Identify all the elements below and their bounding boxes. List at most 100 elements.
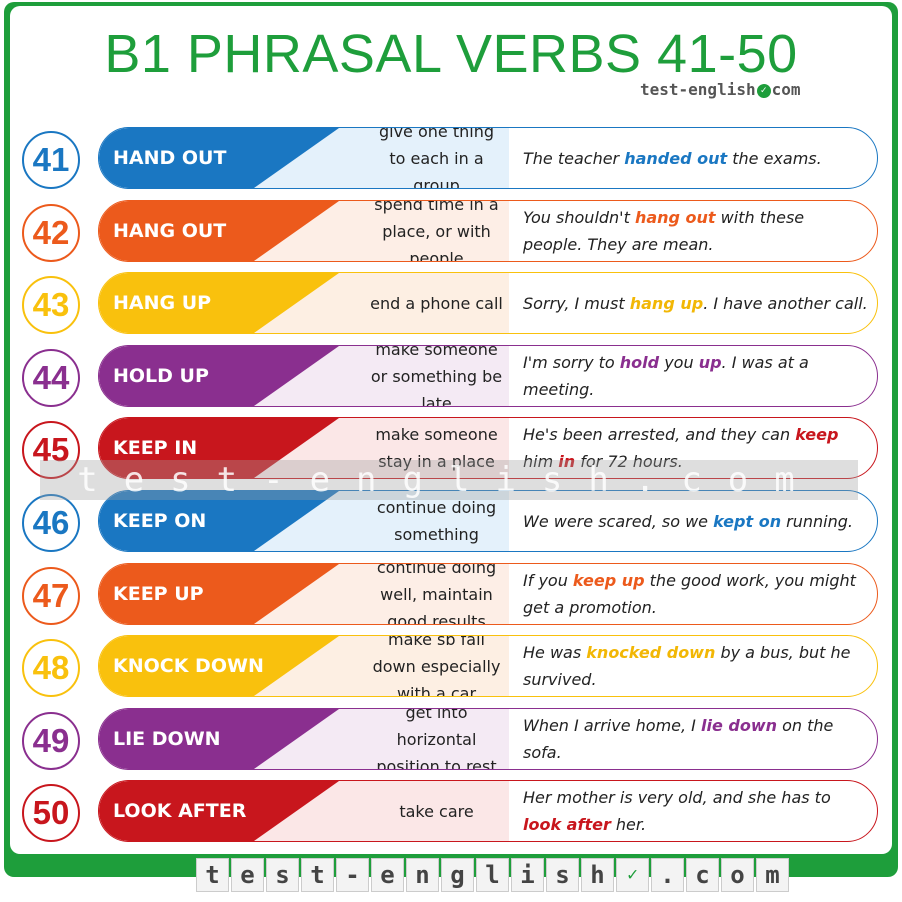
verb-label: KEEP ON	[113, 510, 207, 532]
highlighted-verb: keep	[795, 425, 839, 444]
checkmark-icon: ✓	[616, 858, 649, 892]
example-text: You shouldn't	[523, 208, 635, 227]
verb-label: HANG UP	[113, 292, 212, 314]
highlighted-verb: look after	[523, 815, 611, 834]
highlighted-verb: keep up	[572, 571, 645, 590]
example-text: When I arrive home, I	[523, 716, 701, 735]
example-sentence: You shouldn't hang out with these people…	[523, 201, 868, 261]
footer-letter-tile: o	[721, 858, 754, 892]
phrasal-verb-row: 48 KNOCK DOWN make sb fall down especially…	[0, 635, 902, 699]
checkmark-icon: ✓	[756, 83, 771, 98]
example-text: He was	[523, 643, 587, 662]
example-sentence: If you keep up the good work, you might …	[523, 564, 868, 624]
example-text: Sorry, I must	[523, 293, 630, 313]
verb-label: KEEP UP	[113, 583, 204, 605]
verb-card: KEEP UP continue doing well, maintain goo…	[98, 563, 878, 625]
row-number: 43	[22, 276, 80, 334]
example-text: I'm sorry to	[523, 353, 620, 372]
verb-label: LOOK AFTER	[113, 800, 247, 822]
row-number: 49	[22, 712, 80, 770]
verb-definition: end a phone call	[370, 293, 503, 313]
brand-logo-small: test-english ✓ com	[640, 80, 801, 99]
verb-card: LIE DOWN get into horizontal position to …	[98, 708, 878, 770]
verb-definition: spend time in a place, or with people	[374, 200, 499, 262]
example-text: the exams.	[727, 148, 822, 168]
footer-letter-tile: e	[231, 858, 264, 892]
example-text: you	[659, 353, 699, 372]
footer-letter-tile: t	[196, 858, 229, 892]
verb-definition: continue doing well, maintain good resul…	[376, 563, 497, 625]
footer-letter-tile: -	[336, 858, 369, 892]
phrasal-verb-row: 43 HANG UP end a phone call Sorry, I must h…	[0, 272, 902, 336]
verb-definition: continue doing something	[376, 498, 497, 544]
brand-name: test-english	[640, 80, 756, 99]
row-number: 41	[22, 131, 80, 189]
footer-letter-tile: m	[756, 858, 789, 892]
verb-label: HAND OUT	[113, 147, 227, 169]
highlighted-verb: handed out	[624, 148, 728, 168]
verb-definition: give one thing to each in a group	[378, 127, 494, 189]
verb-card: LOOK AFTER take care Her mother is very ol…	[98, 780, 878, 842]
footer-letter-tile: c	[686, 858, 719, 892]
example-text: The teacher	[523, 148, 625, 168]
example-text: We were scared, so we	[523, 511, 714, 531]
footer-letter-tile: e	[371, 858, 404, 892]
phrasal-verb-row: 47 KEEP UP continue doing well, maintain g…	[0, 563, 902, 627]
phrasal-verb-row: 42 HANG OUT spend time in a place, or with…	[0, 200, 902, 264]
footer-brand-tiles: t e s t - e n g l i s h ✓. c o m	[196, 858, 791, 892]
row-number: 47	[22, 567, 80, 625]
footer-letter-tile: .	[651, 858, 684, 892]
footer-letter-tile: n	[406, 858, 439, 892]
verb-card: HAND OUT give one thing to each in a grou…	[98, 127, 878, 189]
footer-letter-tile: t	[301, 858, 334, 892]
example-sentence: He was knocked down by a bus, but he sur…	[523, 636, 868, 696]
brand-domain: com	[771, 80, 801, 99]
phrasal-verb-row: 41 HAND OUT give one thing to each in a gr…	[0, 127, 902, 191]
example-text: . I have another call.	[703, 293, 868, 313]
example-sentence: I'm sorry to hold you up. I was at a mee…	[523, 346, 868, 406]
row-number: 50	[22, 784, 80, 842]
page-title: B1 PHRASAL VERBS 41-50	[104, 24, 798, 84]
footer-letter-tile: s	[546, 858, 579, 892]
phrasal-verb-row: 50 LOOK AFTER take care Her mother is very …	[0, 780, 902, 844]
highlighted-verb: hang out	[634, 208, 716, 227]
verb-card: HANG OUT spend time in a place, or with p…	[98, 200, 878, 262]
verb-definition: make someone or something be late	[370, 345, 503, 407]
verb-definition: take care	[399, 801, 474, 821]
footer-letter-tile: s	[266, 858, 299, 892]
row-number: 46	[22, 494, 80, 552]
highlighted-verb: hold	[619, 353, 660, 372]
highlighted-verb: lie down	[700, 716, 777, 735]
phrasal-verb-row: 44 HOLD UP make someone or something be la…	[0, 345, 902, 409]
row-number: 48	[22, 639, 80, 697]
example-sentence: Her mother is very old, and she has to l…	[523, 781, 868, 841]
watermark: test-english.com	[40, 460, 858, 500]
verb-label: HANG OUT	[113, 220, 227, 242]
phrasal-verb-row: 49 LIE DOWN get into horizontal position t…	[0, 708, 902, 772]
example-text: Her mother is very old, and she has to	[523, 788, 831, 807]
example-sentence: Sorry, I must hang up. I have another ca…	[523, 273, 868, 333]
row-number: 44	[22, 349, 80, 407]
verb-definition: make sb fall down especially with a car	[372, 635, 501, 697]
example-text: If you	[523, 571, 573, 590]
footer-letter-tile: i	[511, 858, 544, 892]
highlighted-verb: hang up	[629, 293, 704, 313]
example-sentence: When I arrive home, I lie down on the so…	[523, 709, 868, 769]
verb-card: KNOCK DOWN make sb fall down especially w…	[98, 635, 878, 697]
highlighted-verb: up	[698, 353, 722, 372]
verb-definition: get into horizontal position to rest	[376, 708, 497, 770]
verb-label: LIE DOWN	[113, 728, 221, 750]
example-sentence: The teacher handed out the exams.	[523, 128, 868, 188]
footer-letter-tile: l	[476, 858, 509, 892]
verb-card: HOLD UP make someone or something be late…	[98, 345, 878, 407]
example-text: her.	[610, 815, 647, 834]
footer-letter-tile: g	[441, 858, 474, 892]
footer-letter-tile: h	[581, 858, 614, 892]
highlighted-verb: kept on	[713, 511, 782, 531]
verb-card: HANG UP end a phone call Sorry, I must han…	[98, 272, 878, 334]
example-sentence: We were scared, so we kept on running.	[523, 491, 868, 551]
verb-label: HOLD UP	[113, 365, 209, 387]
verb-label: KNOCK DOWN	[113, 655, 264, 677]
highlighted-verb: knocked down	[586, 643, 716, 662]
row-number: 42	[22, 204, 80, 262]
